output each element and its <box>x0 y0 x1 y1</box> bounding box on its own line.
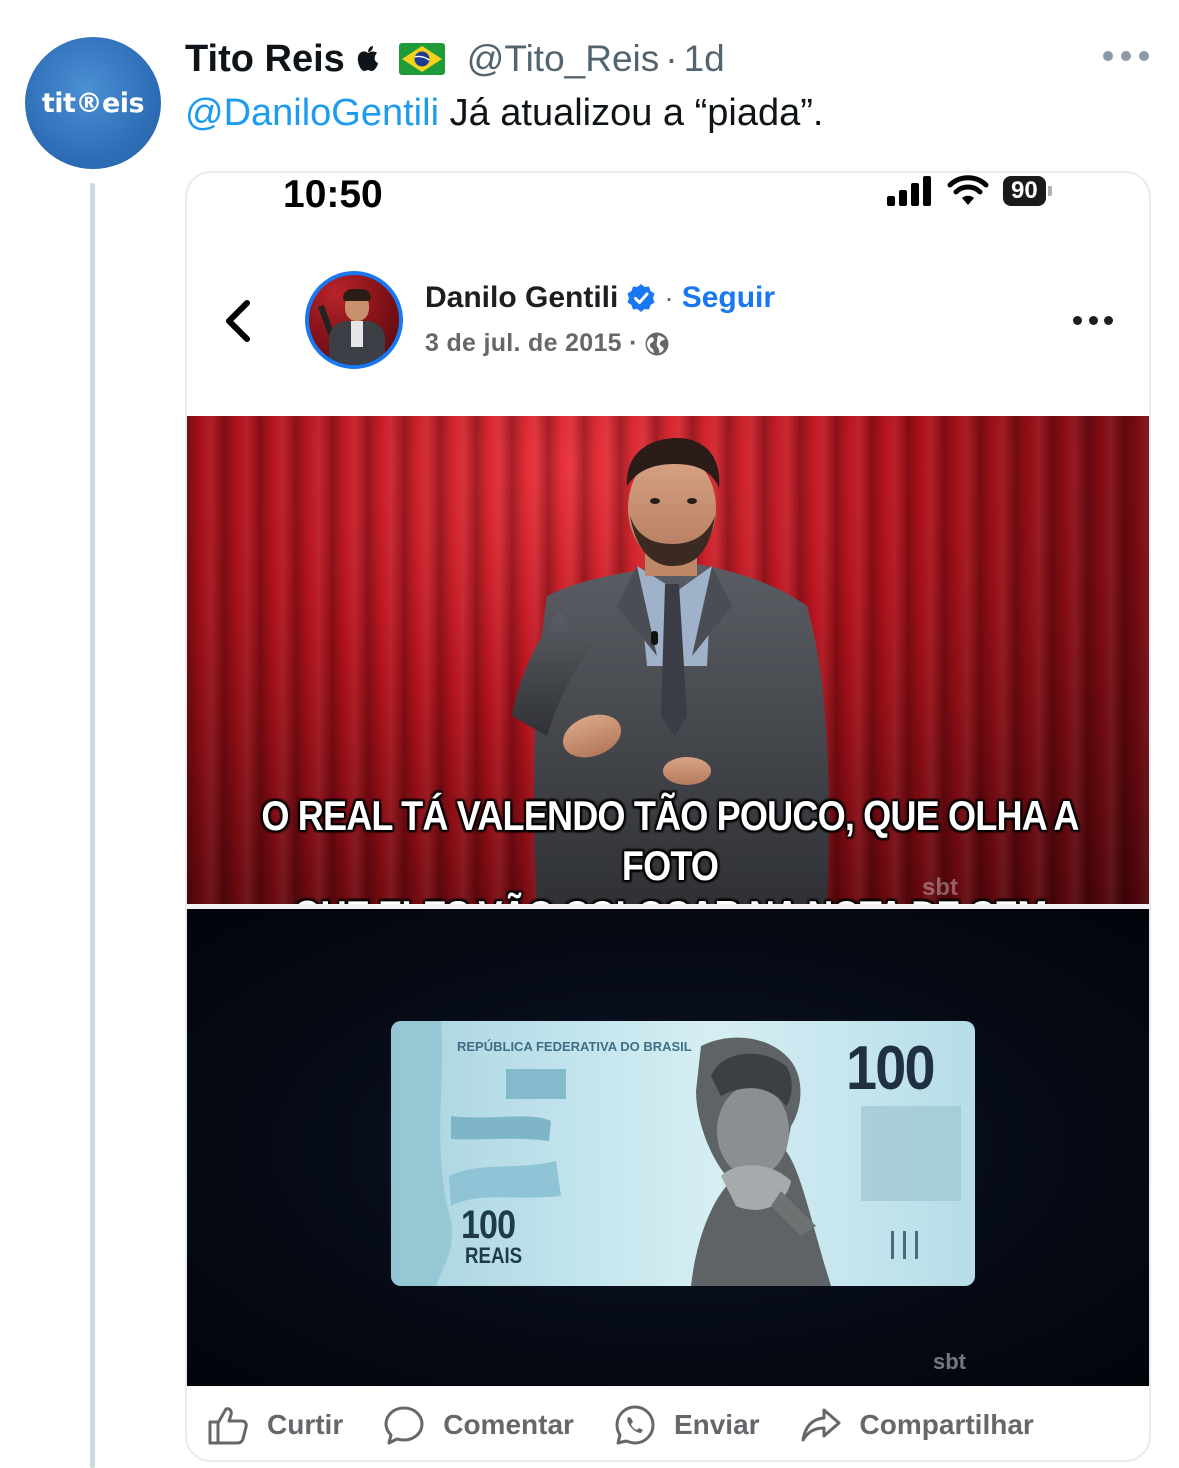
verified-badge-icon <box>627 284 655 312</box>
post-options-icon[interactable] <box>1073 316 1113 326</box>
like-label: Curtir <box>267 1409 344 1440</box>
follow-button[interactable]: Seguir <box>682 281 775 315</box>
tweet-body: Já atualizou a “piada”. <box>439 92 824 134</box>
like-button[interactable]: Curtir <box>207 1404 343 1446</box>
tweet-media[interactable]: 10:50 90 Danilo Gentili · Seguir 3 de ju… <box>185 171 1151 1462</box>
banknote-currency: REAIS <box>465 1243 523 1268</box>
meme-stage-panel: O REAL TÁ VALENDO TÃO POUCO, QUE OLHA A … <box>187 416 1149 904</box>
back-chevron-icon[interactable] <box>223 299 253 343</box>
mention-link[interactable]: @DaniloGentili <box>185 92 439 134</box>
thumbs-up-icon <box>208 1407 248 1445</box>
whatsapp-icon <box>615 1405 655 1445</box>
comment-label: Comentar <box>443 1409 574 1440</box>
battery-level: 90 <box>1003 176 1046 206</box>
wifi-icon <box>947 175 989 205</box>
facebook-author-avatar[interactable] <box>305 271 403 369</box>
share-button[interactable]: Compartilhar <box>800 1404 1034 1446</box>
facebook-post-header: Danilo Gentili · Seguir <box>425 281 775 315</box>
caption-line-1: O REAL TÁ VALENDO TÃO POUCO, QUE OLHA A … <box>261 792 1079 889</box>
more-options-icon[interactable] <box>1103 46 1149 66</box>
facebook-author-name[interactable]: Danilo Gentili <box>425 281 618 315</box>
post-date[interactable]: 3 de jul. de 2015 · <box>425 329 638 358</box>
facebook-action-bar: Curtir Comentar Enviar Compartilhar <box>187 1386 1149 1460</box>
meme-image: O REAL TÁ VALENDO TÃO POUCO, QUE OLHA A … <box>187 416 1149 1386</box>
share-label: Compartilhar <box>859 1409 1034 1440</box>
thread-line <box>90 183 95 1468</box>
facebook-post-meta: 3 de jul. de 2015 · <box>425 329 670 358</box>
tweet-header: Tito Reis @Tito_Reis · 1d <box>185 34 725 84</box>
follow-separator: · <box>664 282 674 313</box>
battery-icon: 90 <box>1003 176 1052 206</box>
author-name[interactable]: Tito Reis <box>185 38 345 81</box>
tweet-time[interactable]: 1d <box>684 38 725 80</box>
share-icon <box>801 1408 841 1442</box>
tweet-text: @DaniloGentili Já atualizou a “piada”. <box>185 92 823 135</box>
send-button[interactable]: Enviar <box>614 1404 760 1446</box>
sbt-watermark-top: sbt <box>922 874 958 901</box>
meme-caption: O REAL TÁ VALENDO TÃO POUCO, QUE OLHA A … <box>255 791 1086 904</box>
apple-icon <box>357 46 378 71</box>
sbt-watermark-bottom: sbt <box>933 1349 966 1374</box>
brazil-flag-icon <box>398 43 445 75</box>
cellular-signal-icon <box>887 176 931 206</box>
send-label: Enviar <box>673 1409 760 1440</box>
status-bar-time: 10:50 <box>283 173 383 216</box>
banknote-title: REPÚBLICA FEDERATIVA DO BRASIL <box>457 1039 692 1054</box>
meme-banknote-panel: REPÚBLICA FEDERATIVA DO BRASIL 100 100 R… <box>187 909 1149 1386</box>
banknote-value-bottom: 100 <box>461 1203 516 1247</box>
banknote: REPÚBLICA FEDERATIVA DO BRASIL 100 100 R… <box>391 1021 975 1286</box>
comment-icon <box>384 1406 424 1445</box>
author-handle[interactable]: @Tito_Reis <box>467 38 659 80</box>
author-avatar[interactable]: tit®eis <box>25 37 161 169</box>
status-bar-icons: 90 <box>887 173 1052 209</box>
globe-icon <box>645 332 669 355</box>
comment-button[interactable]: Comentar <box>383 1404 574 1446</box>
caption-line-2: QUE ELES VÃO COLOCAR NA NOTA DE CEM AGOR… <box>255 891 1086 904</box>
separator-dot: · <box>665 38 678 79</box>
avatar-logo-text: tit®eis <box>41 87 145 119</box>
banknote-value-top: 100 <box>846 1034 936 1103</box>
